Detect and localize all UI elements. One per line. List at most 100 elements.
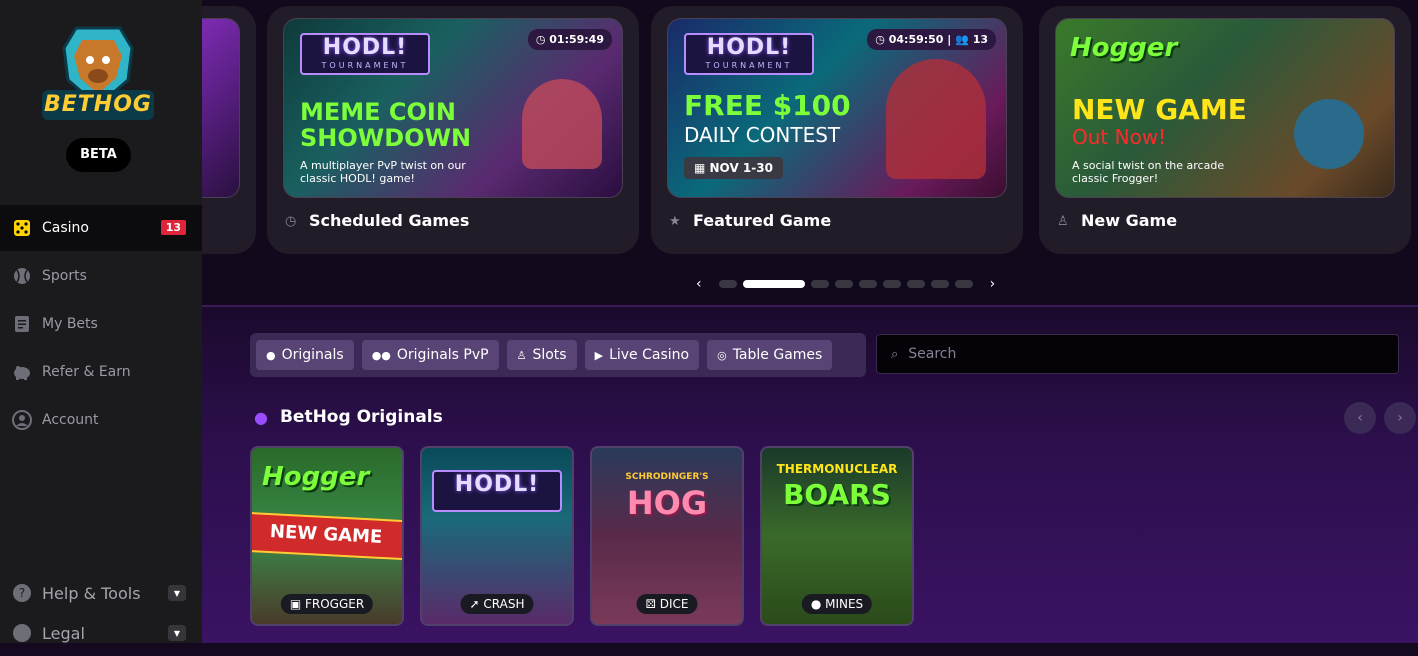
card-image — [202, 18, 240, 198]
game-logo: BOARS — [783, 478, 891, 511]
game-label: ⚄ DICE — [636, 594, 698, 614]
casino-count-badge: 13 — [160, 220, 186, 235]
brand-name: BETHOG — [44, 92, 152, 117]
card-subtitle: A social twist on the arcade classic Fro… — [1072, 159, 1225, 185]
sidebar-item-account[interactable]: Account — [0, 397, 202, 443]
game-card-frogger[interactable]: Hogger NEW GAME ▣ FROGGER — [250, 446, 404, 626]
pager-dot[interactable] — [954, 280, 973, 288]
sidebar-item-label: Casino — [42, 220, 89, 236]
help-icon: ? — [12, 583, 32, 603]
games-section: ● Originals ●● Originals PvP ♙ Slots ▶ Live … — [202, 305, 1418, 643]
countdown-timer: ◷ 04:59:50 | 👥 13 — [867, 29, 996, 50]
pager-dot[interactable] — [718, 280, 737, 288]
chevron-down-icon[interactable]: ▼ — [168, 625, 186, 641]
chevron-left-icon: ‹ — [1357, 410, 1363, 426]
sidebar-item-my-bets[interactable]: My Bets — [0, 301, 202, 347]
beta-badge: BETA — [66, 138, 131, 172]
user-icon: ● — [254, 407, 268, 427]
carousel-card-featured[interactable]: HODL! TOURNAMENT ◷ 04:59:50 | 👥 13 FREE … — [651, 6, 1023, 254]
card-footer: ◷ Scheduled Games — [285, 211, 470, 230]
sidebar-item-sports[interactable]: Sports — [0, 253, 202, 299]
pager-dot[interactable] — [810, 280, 829, 288]
sidebar-item-label: Account — [42, 412, 99, 428]
carousel-card-partial[interactable] — [202, 6, 256, 254]
game-subtitle: SCHRODINGER'S — [625, 472, 709, 482]
sidebar: BETHOG BETA Casino 13 Sports My Bets Ref… — [0, 0, 202, 643]
card-headline: FREE $100 — [684, 89, 851, 122]
tab-originals-pvp[interactable]: ●● Originals PvP — [361, 340, 499, 370]
game-card-dice[interactable]: SCHRODINGER'S HOG ⚄ DICE — [590, 446, 744, 626]
category-tabs: ● Originals ●● Originals PvP ♙ Slots ▶ Live … — [250, 333, 866, 377]
carousel-card-scheduled[interactable]: HODL! TOURNAMENT ◷ 01:59:49 MEME COIN SH… — [267, 6, 639, 254]
svg-text:?: ? — [19, 586, 25, 600]
game-card-crash[interactable]: HODL! ➚ CRASH — [420, 446, 574, 626]
pager-dot-active[interactable] — [742, 280, 805, 288]
bomb-icon: ● — [810, 597, 826, 611]
card-headline: NEW GAME — [1072, 93, 1247, 126]
pager-dot[interactable] — [882, 280, 901, 288]
new-game-banner: NEW GAME — [252, 511, 402, 561]
card-headline-2: Out Now! — [1072, 125, 1167, 149]
sidebar-item-refer-earn[interactable]: Refer & Earn — [0, 349, 202, 395]
baseball-icon — [12, 266, 32, 286]
game-subtitle: THERMONUCLEAR — [776, 462, 898, 476]
joystick-icon: ♙ — [1057, 213, 1069, 229]
game-card-mines[interactable]: THERMONUCLEAR BOARS ● MINES — [760, 446, 914, 626]
card-image: Hogger NEW GAME Out Now! A social twist … — [1055, 18, 1395, 198]
game-label: ● MINES — [801, 594, 873, 614]
sidebar-item-label: My Bets — [42, 316, 98, 332]
boar-character-image — [1294, 99, 1364, 169]
calendar-icon: ▦ — [694, 161, 710, 175]
scroll-right-button[interactable]: › — [1384, 402, 1416, 434]
pager-dot[interactable] — [930, 280, 949, 288]
play-icon: ▶ — [594, 348, 604, 362]
hodl-tournament-logo: HODL! TOURNAMENT — [300, 33, 430, 75]
section-title: ● BetHog Originals — [254, 407, 443, 427]
bethog-logo[interactable]: BETHOG — [36, 20, 160, 130]
chevron-down-icon[interactable]: ▼ — [168, 585, 186, 601]
card-subtitle: A multiplayer PvP twist on our classic H… — [300, 159, 466, 185]
card-footer: ♙ New Game — [1057, 211, 1178, 230]
date-badge: ▦ NOV 1-30 — [684, 157, 783, 179]
scroll-left-button[interactable]: ‹ — [1344, 402, 1376, 434]
card-image: HODL! TOURNAMENT ◷ 01:59:49 MEME COIN SH… — [283, 18, 623, 198]
carousel-pager: ‹ › — [682, 276, 1009, 292]
hogger-logo: Hogger — [1070, 33, 1178, 63]
main-content: HODL! TOURNAMENT ◷ 01:59:49 MEME COIN SH… — [202, 0, 1418, 643]
star-icon: ★ — [669, 213, 681, 229]
tab-slots[interactable]: ♙ Slots — [506, 340, 577, 370]
users-icon: ●● — [371, 348, 391, 362]
tab-originals[interactable]: ● Originals — [256, 340, 354, 370]
game-label: ➚ CRASH — [460, 594, 534, 614]
piggy-bank-icon — [12, 362, 32, 382]
hog-character-image — [522, 79, 602, 169]
card-headline: MEME COIN SHOWDOWN — [300, 98, 472, 152]
users-icon: 👥 — [955, 33, 973, 46]
sidebar-item-legal[interactable]: Legal ▼ — [0, 610, 202, 656]
pager-dot[interactable] — [906, 280, 925, 288]
hog-character-image — [886, 59, 986, 179]
chevron-right-icon[interactable]: › — [990, 276, 996, 292]
search-input[interactable]: ⌕ Search — [876, 334, 1399, 374]
pager-dot[interactable] — [834, 280, 853, 288]
sidebar-item-label: Help & Tools — [42, 583, 141, 603]
user-icon: ● — [266, 348, 276, 362]
clock-icon: ◷ — [535, 33, 550, 46]
hodl-logo: HODL! — [432, 470, 562, 512]
hodl-tournament-logo: HODL! TOURNAMENT — [684, 33, 814, 75]
chevron-left-icon[interactable]: ‹ — [696, 276, 702, 292]
featured-carousel: HODL! TOURNAMENT ◷ 01:59:49 MEME COIN SH… — [202, 0, 1418, 305]
pager-dot[interactable] — [858, 280, 877, 288]
joystick-icon: ♙ — [516, 348, 527, 362]
game-label: ▣ FROGGER — [280, 594, 374, 614]
card-image: HODL! TOURNAMENT ◷ 04:59:50 | 👥 13 FREE … — [667, 18, 1007, 198]
sidebar-item-casino[interactable]: Casino 13 — [0, 205, 202, 251]
carousel-card-new-game[interactable]: Hogger NEW GAME Out Now! A social twist … — [1039, 6, 1411, 254]
dice-icon — [12, 218, 32, 238]
tab-table-games[interactable]: ◎ Table Games — [707, 340, 833, 370]
game-logo: Hogger — [262, 462, 370, 492]
card-footer: ★ Featured Game — [669, 211, 832, 230]
tab-live-casino[interactable]: ▶ Live Casino — [584, 340, 700, 370]
document-icon — [12, 314, 32, 334]
clock-icon: ◷ — [875, 33, 889, 46]
